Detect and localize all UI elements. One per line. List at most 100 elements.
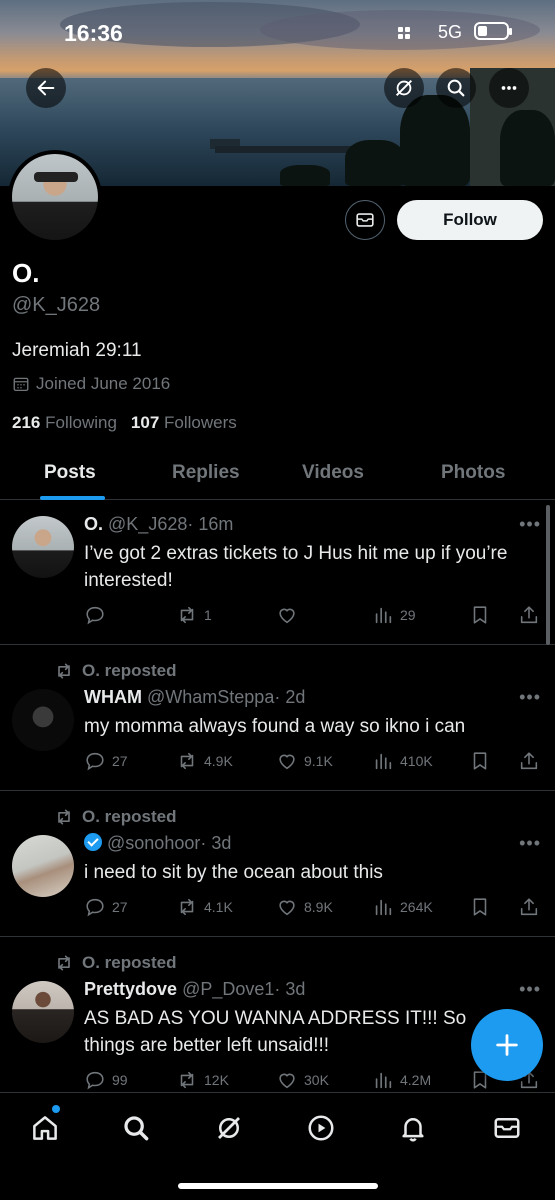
post-actions: 1 29 <box>84 604 544 628</box>
reply-button[interactable]: 99 <box>84 1069 128 1091</box>
heart-icon <box>279 900 295 916</box>
post-item[interactable]: O. reposted WHAM @WhamSteppa· 2d ••• my … <box>0 645 555 791</box>
repost-indicator: O. reposted <box>54 807 176 827</box>
profile-avatar[interactable] <box>8 150 102 244</box>
tab-videos[interactable]: Videos <box>302 462 364 484</box>
repost-button[interactable]: 4.1K <box>176 896 233 918</box>
profile-tabs: Posts Replies Videos Photos <box>0 448 555 500</box>
post-item[interactable]: O. @K_J628· 16m ••• I’ve got 2 extras ti… <box>0 500 555 645</box>
reply-icon <box>86 606 104 625</box>
views-button[interactable]: 410K <box>372 750 433 772</box>
back-button[interactable] <box>26 68 66 108</box>
following-label: Following <box>45 413 117 432</box>
nav-messages[interactable] <box>490 1111 524 1145</box>
repost-label[interactable]: O. reposted <box>82 807 176 827</box>
joined-date: Joined June 2016 <box>12 374 170 394</box>
repost-label[interactable]: O. reposted <box>82 661 176 681</box>
repost-count: 1 <box>204 607 212 623</box>
repost-count: 4.1K <box>204 899 233 915</box>
arrow-left-icon <box>37 80 55 96</box>
tab-replies[interactable]: Replies <box>172 462 240 484</box>
plus-icon <box>496 1034 518 1056</box>
repost-indicator: O. reposted <box>54 953 176 973</box>
home-indicator[interactable] <box>178 1183 378 1189</box>
post-author-name[interactable]: O. <box>84 514 103 534</box>
compose-post-button[interactable] <box>471 1009 543 1081</box>
tab-posts[interactable]: Posts <box>44 462 96 484</box>
scrollbar[interactable] <box>546 505 550 645</box>
bookmark-icon <box>473 752 487 770</box>
post-author-name[interactable]: Prettydove <box>84 979 177 999</box>
views-button[interactable]: 29 <box>372 604 416 626</box>
reply-button[interactable]: 27 <box>84 750 128 772</box>
like-button[interactable] <box>276 604 304 626</box>
grok-button[interactable] <box>384 68 424 108</box>
views-button[interactable]: 4.2M <box>372 1069 431 1091</box>
post-more-button[interactable]: ••• <box>519 687 541 708</box>
view-count: 29 <box>400 607 416 623</box>
search-button[interactable] <box>436 68 476 108</box>
message-button[interactable] <box>345 200 385 240</box>
post-more-button[interactable]: ••• <box>519 979 541 1000</box>
verified-badge-icon <box>84 833 102 851</box>
post-author-handle[interactable]: @WhamSteppa <box>147 687 274 707</box>
share-button[interactable] <box>518 896 540 918</box>
share-button[interactable] <box>518 750 540 772</box>
banner-palm <box>280 165 330 186</box>
repost-button[interactable]: 4.9K <box>176 750 233 772</box>
like-count: 9.1K <box>304 753 333 769</box>
post-more-button[interactable]: ••• <box>519 833 541 854</box>
views-button[interactable]: 264K <box>372 896 433 918</box>
post-avatar[interactable] <box>12 516 74 578</box>
repost-icon <box>180 606 194 624</box>
post-avatar[interactable] <box>12 835 74 897</box>
like-button[interactable]: 8.9K <box>276 896 333 918</box>
like-button[interactable]: 9.1K <box>276 750 333 772</box>
like-button[interactable]: 30K <box>276 1069 329 1091</box>
reply-button[interactable]: 27 <box>84 896 128 918</box>
status-bar: 16:36 5G <box>0 0 555 60</box>
like-count: 30K <box>304 1072 329 1088</box>
post-time: · 2d <box>274 687 306 707</box>
nav-search[interactable] <box>119 1111 153 1145</box>
post-avatar[interactable] <box>12 689 74 751</box>
joined-text: Joined June 2016 <box>36 374 171 393</box>
repost-button[interactable]: 12K <box>176 1069 229 1091</box>
grok-icon <box>395 79 413 97</box>
post-header: O. @K_J628· 16m <box>84 514 233 535</box>
post-avatar[interactable] <box>12 981 74 1043</box>
nav-video[interactable] <box>304 1111 338 1145</box>
post-author-name[interactable]: WHAM <box>84 687 142 707</box>
nav-grok[interactable] <box>212 1111 246 1145</box>
follow-button[interactable]: Follow <box>397 200 543 240</box>
envelope-icon <box>356 213 374 227</box>
post-item[interactable]: O. reposted @sonohoor· 3d ••• i need to … <box>0 791 555 937</box>
bookmark-button[interactable] <box>469 896 491 918</box>
reply-icon <box>86 1071 104 1090</box>
more-options-button[interactable] <box>489 68 529 108</box>
banner-palm <box>500 110 555 186</box>
post-author-handle[interactable]: @P_Dove1 <box>182 979 274 999</box>
share-button[interactable] <box>518 604 540 626</box>
following-link[interactable]: 216 Following <box>12 413 117 433</box>
reply-button[interactable] <box>84 604 112 626</box>
tab-photos[interactable]: Photos <box>441 462 505 484</box>
repost-icon <box>180 752 194 770</box>
profile-name: O. <box>12 258 40 288</box>
repost-button[interactable]: 1 <box>176 604 212 626</box>
nav-home[interactable] <box>28 1111 62 1145</box>
bookmark-button[interactable] <box>469 604 491 626</box>
profile-handle: @K_J628 <box>12 294 101 316</box>
heart-icon <box>279 608 295 624</box>
repost-icon <box>180 898 194 916</box>
nav-notifications[interactable] <box>396 1111 430 1145</box>
post-author-handle[interactable]: @sonohoor <box>107 833 200 853</box>
post-author-handle[interactable]: @K_J628 <box>108 514 187 534</box>
reply-count: 27 <box>112 899 128 915</box>
followers-link[interactable]: 107 Followers <box>131 413 237 433</box>
post-more-button[interactable]: ••• <box>519 514 541 535</box>
bookmark-icon <box>473 898 487 916</box>
bookmark-button[interactable] <box>469 750 491 772</box>
repost-label[interactable]: O. reposted <box>82 953 176 973</box>
post-item[interactable]: O. reposted Prettydove @P_Dove1· 3d ••• … <box>0 937 555 1097</box>
